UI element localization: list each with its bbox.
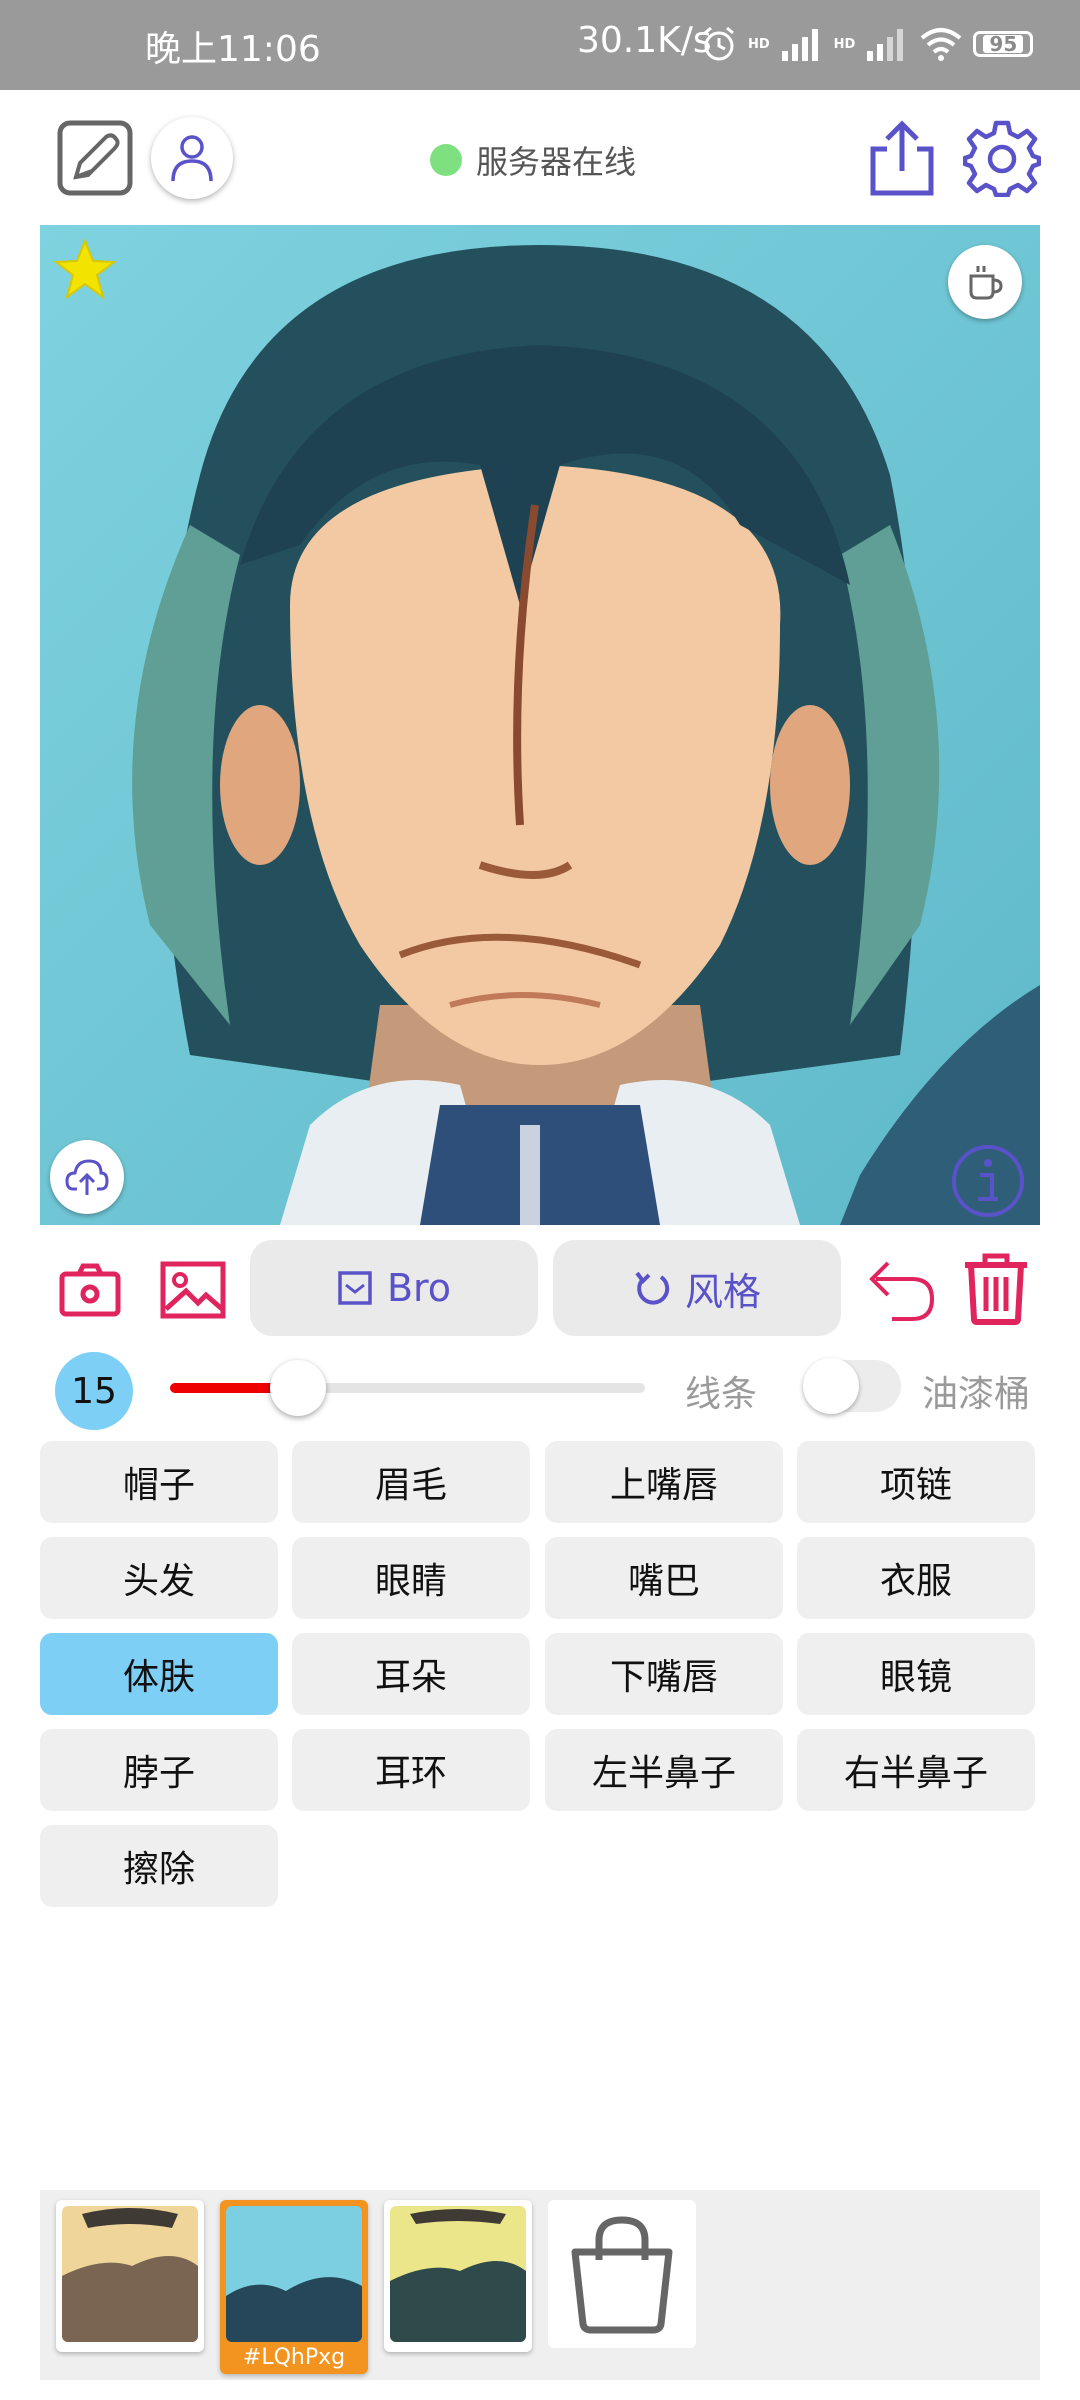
coffee-icon xyxy=(969,266,1003,300)
user-icon xyxy=(171,135,213,182)
online-indicator xyxy=(430,144,462,176)
undo-icon xyxy=(869,1261,935,1321)
bro-label: Bro xyxy=(386,1266,452,1310)
label-erase-button[interactable]: 擦除 xyxy=(40,1825,278,1907)
label-ears-button[interactable]: 耳朵 xyxy=(292,1633,530,1715)
line-mode-label: 线条 xyxy=(685,1374,758,1415)
history-thumbnail[interactable] xyxy=(56,2200,204,2352)
anime-portrait-image xyxy=(40,225,1040,1225)
clock: 晚上11:06 xyxy=(145,29,321,70)
style-label: 风格 xyxy=(684,1269,761,1314)
info-icon[interactable] xyxy=(950,1143,1026,1219)
thumbnail-image xyxy=(226,2206,362,2342)
share-icon xyxy=(870,120,934,196)
label-skin-button[interactable]: 体肤 xyxy=(40,1633,278,1715)
alarm-icon xyxy=(704,26,734,61)
gallery-button[interactable] xyxy=(158,1255,228,1325)
cloud-upload-icon xyxy=(65,1159,109,1195)
star-icon[interactable] xyxy=(52,237,118,303)
brush-size-slider-thumb[interactable] xyxy=(270,1360,327,1416)
label-mouth-button[interactable]: 嘴巴 xyxy=(545,1537,783,1619)
label-necklace-button[interactable]: 项链 xyxy=(797,1441,1035,1523)
shop-button[interactable] xyxy=(548,2200,696,2348)
label-eyes-button[interactable]: 眼睛 xyxy=(292,1537,530,1619)
settings-button[interactable] xyxy=(962,118,1042,198)
bag-icon xyxy=(571,2216,673,2334)
paint-bucket-label: 油漆桶 xyxy=(922,1374,1031,1415)
server-status: 服务器在线 xyxy=(430,138,636,182)
edit-icon xyxy=(57,120,133,196)
trash-icon xyxy=(965,1253,1027,1325)
hd-label-2: HD xyxy=(833,36,856,52)
delete-button[interactable] xyxy=(958,1248,1034,1328)
label-lower-lip-button[interactable]: 下嘴唇 xyxy=(545,1633,783,1715)
user-button[interactable] xyxy=(151,117,233,199)
label-glasses-button[interactable]: 眼镜 xyxy=(797,1633,1035,1715)
settings-icon xyxy=(963,120,1041,197)
camera-icon xyxy=(59,1263,121,1317)
battery-icon: 95 xyxy=(973,31,1034,57)
label-left-nose-button[interactable]: 左半鼻子 xyxy=(545,1729,783,1811)
share-button[interactable] xyxy=(864,118,940,198)
label-hat-button[interactable]: 帽子 xyxy=(40,1441,278,1523)
redo-icon xyxy=(635,1271,670,1305)
drawing-canvas[interactable] xyxy=(40,225,1040,1225)
upload-button[interactable] xyxy=(50,1140,124,1214)
history-thumbnail[interactable] xyxy=(384,2200,532,2352)
label-neck-button[interactable]: 脖子 xyxy=(40,1729,278,1811)
battery-level: 95 xyxy=(983,34,1024,54)
label-eyebrows-button[interactable]: 眉毛 xyxy=(292,1441,530,1523)
coffee-button[interactable] xyxy=(948,245,1022,319)
brush-size-badge: 15 xyxy=(55,1352,133,1430)
signal-icon xyxy=(867,29,904,61)
label-right-nose-button[interactable]: 右半鼻子 xyxy=(797,1729,1035,1811)
history-thumbnail-active[interactable]: #LQhPxg xyxy=(220,2200,368,2374)
signal-icon xyxy=(781,29,818,61)
label-upper-lip-button[interactable]: 上嘴唇 xyxy=(545,1441,783,1523)
image-icon xyxy=(160,1261,226,1319)
thumbnail-id: #LQhPxg xyxy=(242,2345,346,2370)
label-hair-button[interactable]: 头发 xyxy=(40,1537,278,1619)
status-bar: 晚上11:06 30.1K/s HD HD 95 xyxy=(0,0,1080,90)
undo-button[interactable] xyxy=(860,1250,940,1330)
thumbnail-image xyxy=(390,2206,526,2342)
server-status-label: 服务器在线 xyxy=(476,143,637,181)
status-icons: HD HD 95 xyxy=(700,24,1034,64)
style-button[interactable]: 风格 xyxy=(553,1240,841,1336)
wifi-icon xyxy=(921,28,962,61)
thumbnail-image xyxy=(62,2206,198,2342)
network-speed: 30.1K/s xyxy=(577,20,712,61)
checkbox-icon xyxy=(338,1271,372,1305)
label-earrings-button[interactable]: 耳环 xyxy=(292,1729,530,1811)
camera-button[interactable] xyxy=(55,1255,125,1325)
edit-button[interactable] xyxy=(55,118,135,198)
paint-bucket-toggle-knob[interactable] xyxy=(803,1358,859,1414)
bro-button[interactable]: Bro xyxy=(250,1240,538,1336)
label-clothes-button[interactable]: 衣服 xyxy=(797,1537,1035,1619)
hd-label-1: HD xyxy=(748,36,770,52)
